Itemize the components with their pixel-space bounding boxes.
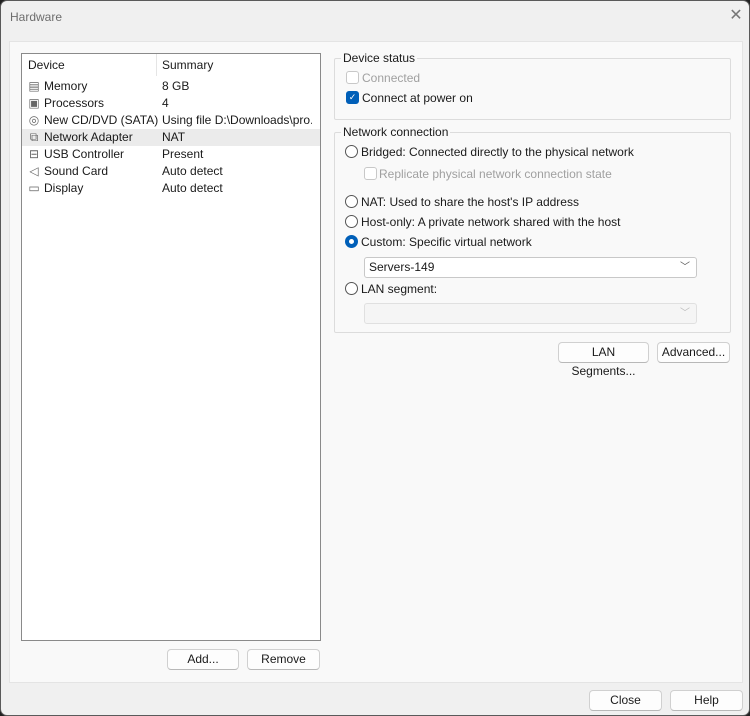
connected-checkbox[interactable] — [346, 71, 359, 84]
cd-dvd-icon: ◎ — [28, 113, 40, 127]
bridged-radio[interactable] — [345, 145, 358, 158]
device-list[interactable]: Device Summary ▤ Memory 8 GB ▣ Processors 4 … — [21, 53, 321, 641]
chevron-down-icon: ﹀ — [680, 308, 690, 319]
group-title: Network connection — [341, 125, 451, 139]
device-name: Processors — [44, 96, 105, 110]
hardware-dialog: Hardware ✕ Device Summary ▤ Memory 8 GB ▣ P… — [0, 0, 750, 716]
device-status-group: Device status — [334, 51, 731, 120]
add-button[interactable]: Add... — [167, 649, 239, 670]
custom-network-select[interactable]: Servers-149 ﹀ — [364, 257, 697, 278]
lan-segment-select[interactable]: ﹀ — [364, 303, 697, 324]
lan-segment-radio[interactable] — [345, 282, 358, 295]
column-header-summary[interactable]: Summary — [156, 54, 213, 76]
chevron-down-icon: ﹀ — [680, 262, 690, 273]
group-title: Device status — [341, 51, 418, 65]
device-name: USB Controller — [44, 147, 125, 161]
connect-at-power-on-label: Connect at power on — [362, 91, 473, 105]
nat-radio[interactable] — [345, 195, 358, 208]
advanced-button[interactable]: Advanced... — [657, 342, 730, 363]
device-summary: 4 — [162, 96, 169, 110]
device-summary: Present — [162, 147, 204, 161]
device-summary: Using file D:\Downloads\pro... — [162, 113, 312, 127]
nat-label: NAT: Used to share the host's IP address — [361, 195, 579, 209]
device-row-cd-dvd[interactable]: ◎ New CD/DVD (SATA) Using file D:\Download… — [22, 112, 320, 129]
connected-label: Connected — [362, 71, 421, 85]
column-header-device[interactable]: Device — [22, 54, 65, 76]
device-name: Memory — [44, 79, 88, 93]
connect-at-power-on-checkbox[interactable]: ✓ — [346, 91, 359, 104]
processor-icon: ▣ — [28, 96, 40, 110]
speaker-icon: ◁ — [29, 164, 39, 178]
bridged-label: Bridged: Connected directly to the physi… — [361, 145, 634, 159]
usb-icon: ⊟ — [28, 147, 40, 161]
network-adapter-icon: ⧉ — [29, 130, 39, 144]
device-name: Network Adapter — [44, 130, 133, 144]
host-only-label: Host-only: A private network shared with… — [361, 215, 621, 229]
device-row-processors[interactable]: ▣ Processors 4 — [22, 95, 320, 112]
device-row-network-adapter[interactable]: ⧉ Network Adapter NAT — [22, 129, 320, 146]
custom-label: Custom: Specific virtual network — [361, 235, 532, 249]
device-name: New CD/DVD (SATA) — [44, 113, 159, 127]
host-only-radio[interactable] — [345, 215, 358, 228]
device-name: Sound Card — [44, 164, 109, 178]
device-row-usb-controller[interactable]: ⊟ USB Controller Present — [22, 146, 320, 163]
lan-segment-label: LAN segment: — [361, 282, 438, 296]
device-summary: Auto detect — [162, 181, 223, 195]
remove-button[interactable]: Remove — [247, 649, 320, 670]
device-summary: Auto detect — [162, 164, 223, 178]
device-row-sound-card[interactable]: ◁ Sound Card Auto detect — [22, 163, 320, 180]
custom-radio[interactable] — [345, 235, 358, 248]
device-row-display[interactable]: ▭ Display Auto detect — [22, 180, 320, 197]
device-summary: NAT — [162, 130, 186, 144]
lan-segments-button[interactable]: LAN Segments... — [558, 342, 649, 378]
memory-icon: ▤ — [28, 79, 40, 93]
replicate-state-label: Replicate physical network connection st… — [379, 167, 612, 181]
device-name: Display — [44, 181, 84, 195]
help-button[interactable]: Help — [670, 690, 743, 711]
device-summary: 8 GB — [162, 79, 190, 93]
replicate-state-checkbox[interactable] — [364, 167, 377, 180]
custom-network-value: Servers-149 — [369, 260, 435, 274]
device-row-memory[interactable]: ▤ Memory 8 GB — [22, 78, 320, 95]
close-button[interactable]: Close — [589, 690, 662, 711]
monitor-icon: ▭ — [28, 181, 40, 195]
window-title: Hardware — [10, 10, 63, 24]
close-icon[interactable]: ✕ — [725, 5, 747, 27]
